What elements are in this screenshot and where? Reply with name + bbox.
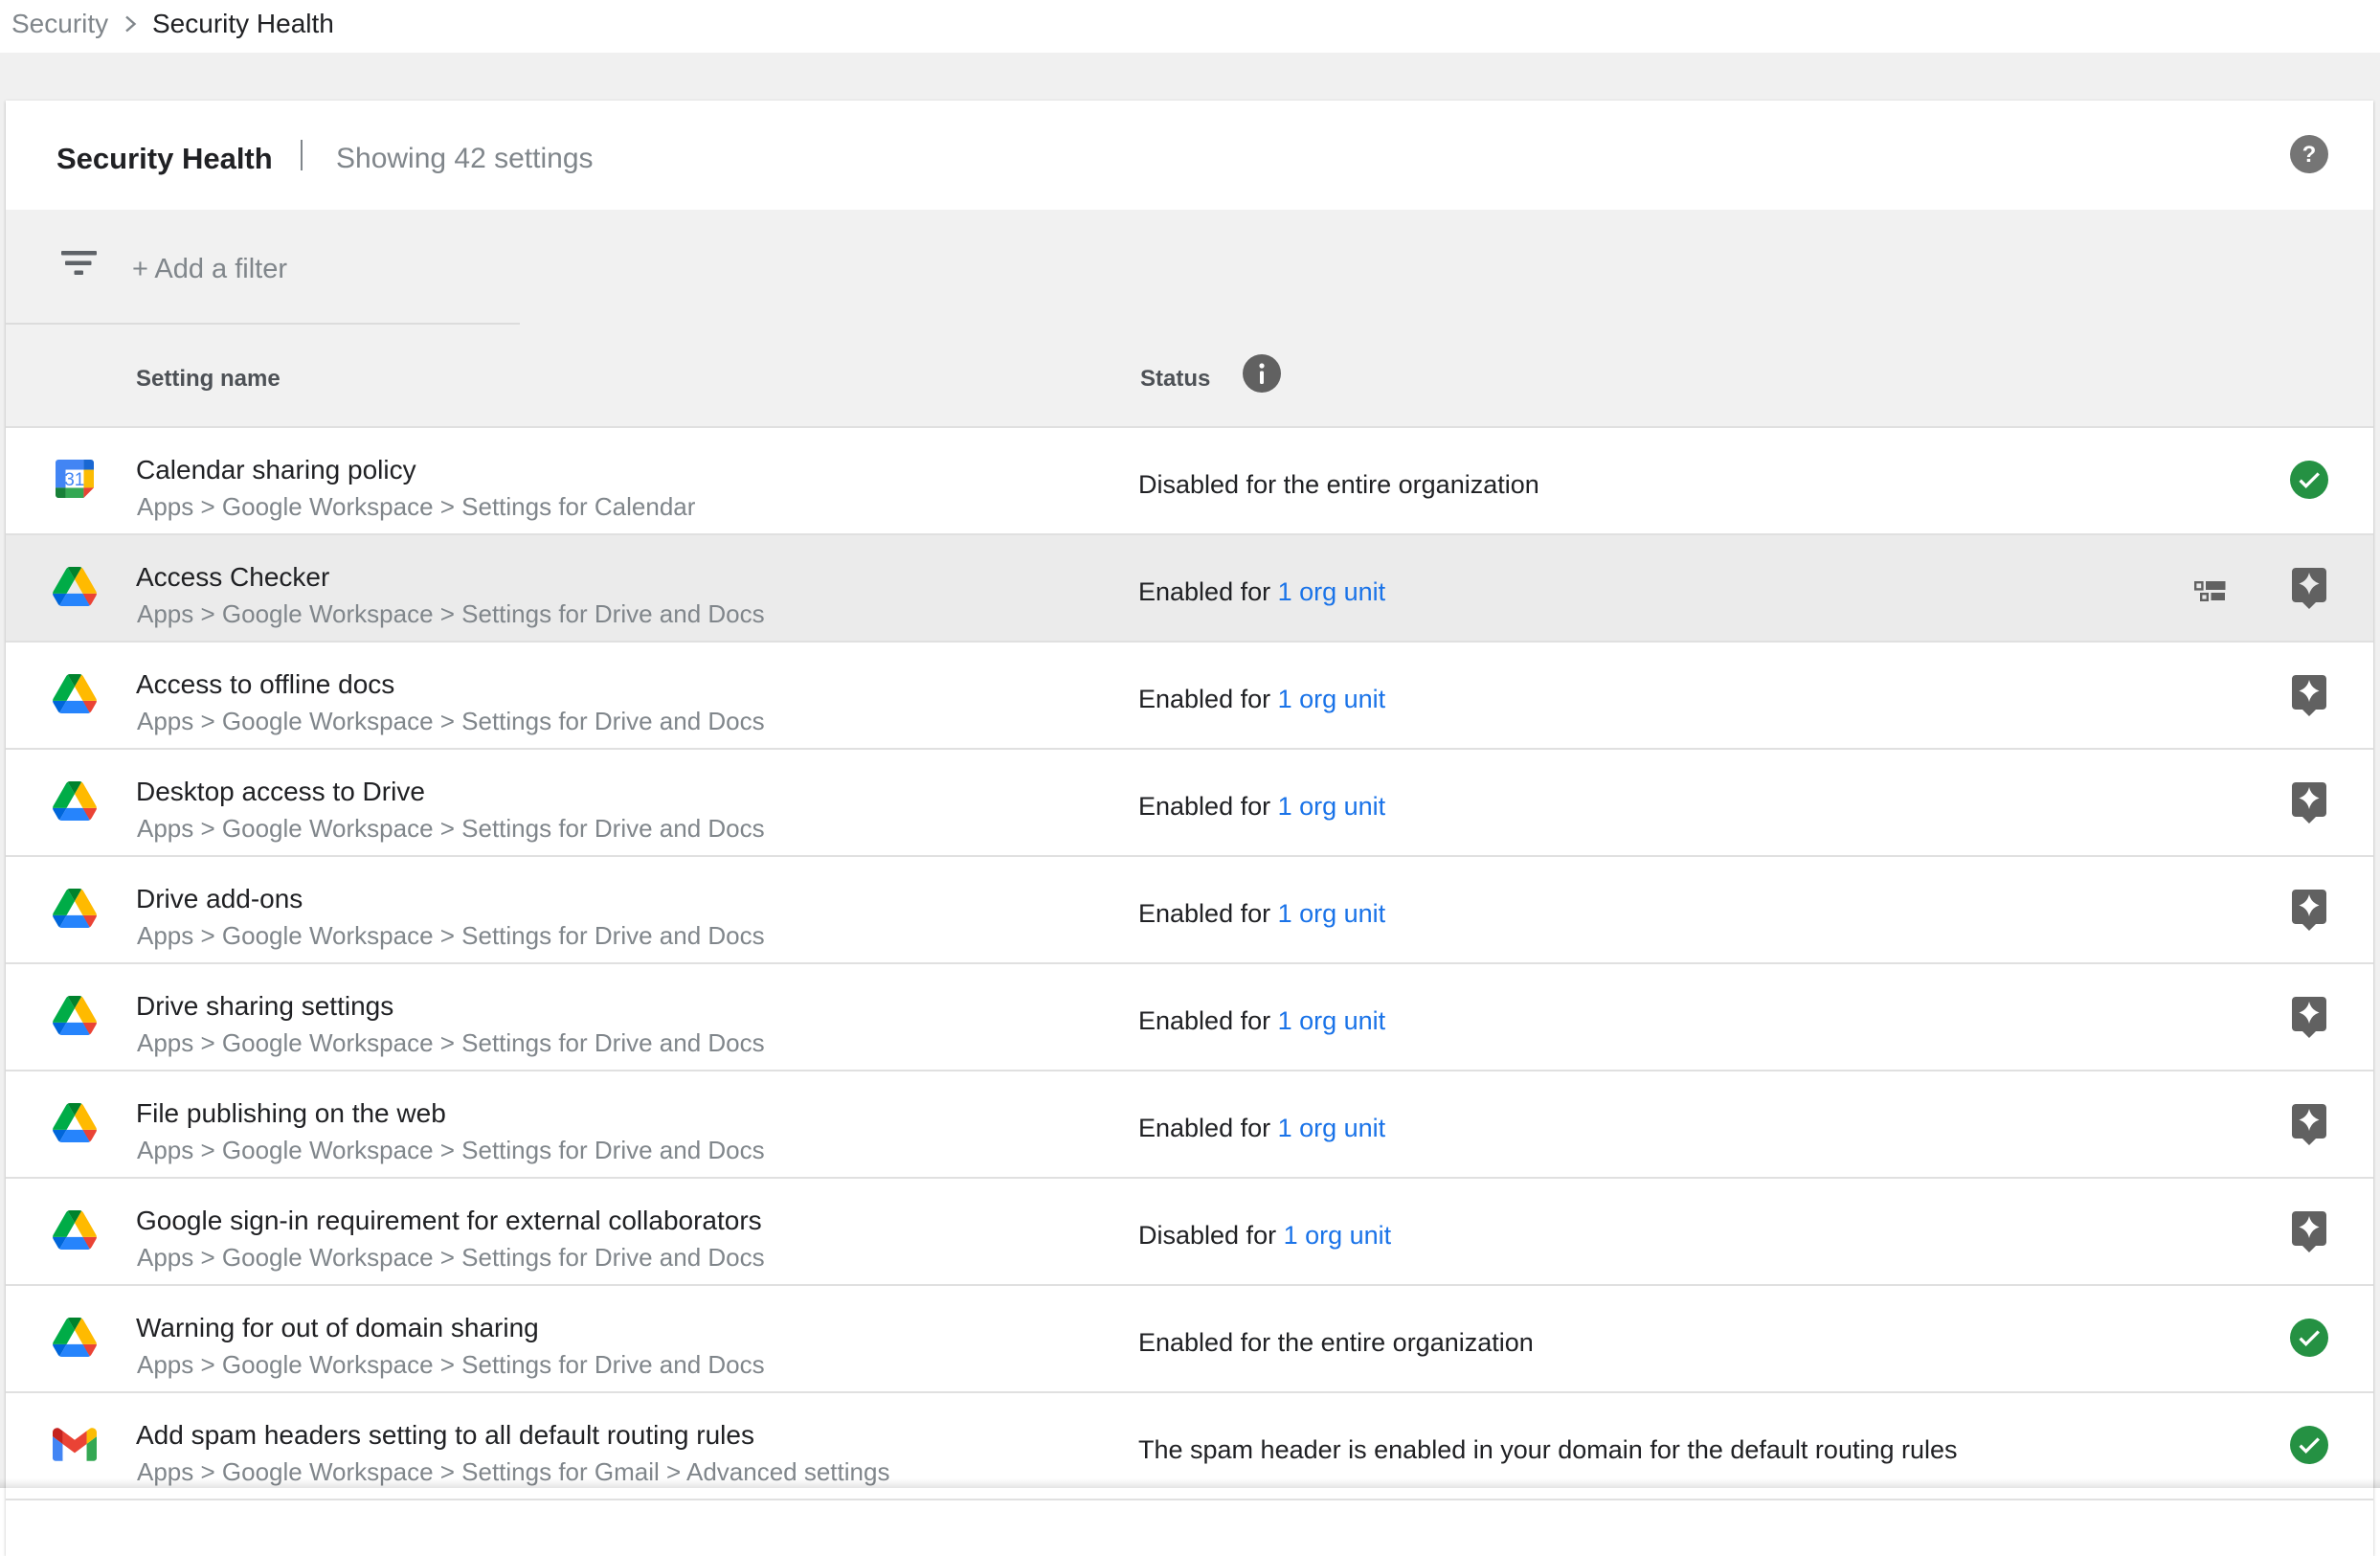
svg-text:?: ? [2302,142,2317,168]
svg-text:31: 31 [64,470,84,490]
